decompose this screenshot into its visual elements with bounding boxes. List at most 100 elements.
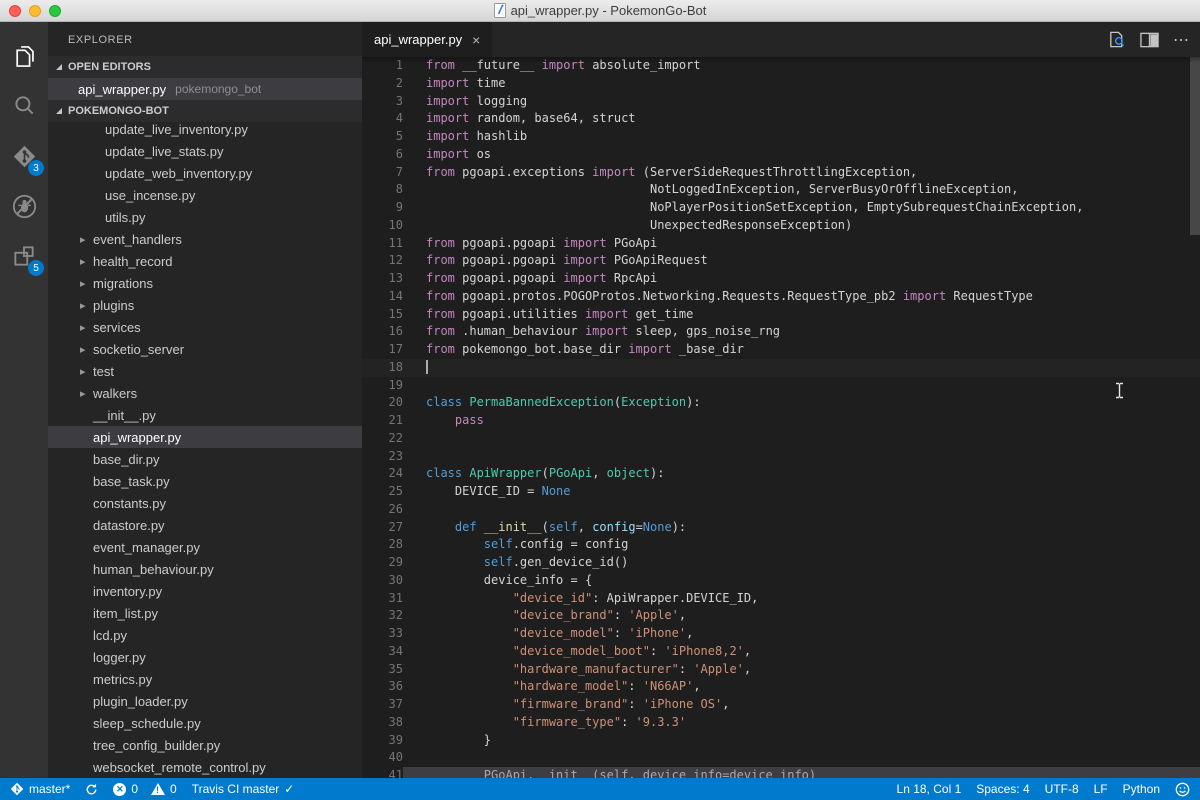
code-line-content: DEVICE_ID = None [403, 483, 1200, 501]
tree-file-__init__.py[interactable]: __init__.py [48, 404, 362, 426]
tree-item-label: plugin_loader.py [93, 694, 188, 709]
travis-status[interactable]: Travis CI master ✓ [192, 782, 295, 796]
code-line-9: 9 NoPlayerPositionSetException, EmptySub… [362, 199, 1200, 217]
indentation[interactable]: Spaces: 4 [976, 782, 1029, 796]
chevron-right-icon: ▸ [80, 255, 90, 268]
tree-item-label: socketio_server [93, 342, 184, 357]
line-number: 11 [362, 235, 403, 253]
tree-file-api_wrapper.py[interactable]: api_wrapper.py [48, 426, 362, 448]
code-line-2: 2import time [362, 75, 1200, 93]
tree-file-update_live_inventory.py[interactable]: update_live_inventory.py [48, 118, 362, 140]
split-editor-icon[interactable] [1140, 32, 1159, 48]
code-line-14: 14from pgoapi.protos.POGOProtos.Networki… [362, 288, 1200, 306]
code-line-7: 7from pgoapi.exceptions import (ServerSi… [362, 164, 1200, 182]
tree-file-metrics.py[interactable]: metrics.py [48, 668, 362, 690]
tree-item-label: inventory.py [93, 584, 162, 599]
problems-indicator[interactable]: ✕ 0 0 [113, 782, 176, 796]
tree-file-datastore.py[interactable]: datastore.py [48, 514, 362, 536]
tree-file-logger.py[interactable]: logger.py [48, 646, 362, 668]
code-line-content: device_info = { [403, 572, 1200, 590]
line-number: 30 [362, 572, 403, 590]
open-preview-icon[interactable] [1107, 30, 1126, 49]
code-line-21: 21 pass [362, 412, 1200, 430]
code-line-31: 31 "device_id": ApiWrapper.DEVICE_ID, [362, 590, 1200, 608]
code-line-content: from pgoapi.exceptions import (ServerSid… [403, 164, 1200, 182]
feedback-smiley-icon[interactable] [1175, 782, 1190, 797]
chevron-right-icon: ▸ [80, 365, 90, 378]
tree-folder-event_handlers[interactable]: ▸event_handlers [48, 228, 362, 250]
tree-file-utils.py[interactable]: utils.py [48, 206, 362, 228]
tree-file-sleep_schedule.py[interactable]: sleep_schedule.py [48, 712, 362, 734]
code-line-content [403, 749, 1200, 767]
status-bar: master* ✕ 0 0 Travis CI master ✓ Ln 18, … [0, 778, 1200, 800]
line-number: 26 [362, 501, 403, 519]
code-line-content: def __init__(self, config=None): [403, 519, 1200, 537]
tree-folder-services[interactable]: ▸services [48, 316, 362, 338]
code-line-17: 17from pokemongo_bot.base_dir import _ba… [362, 341, 1200, 359]
tree-folder-walkers[interactable]: ▸walkers [48, 382, 362, 404]
close-tab-icon[interactable]: × [472, 32, 480, 48]
tree-file-item_list.py[interactable]: item_list.py [48, 602, 362, 624]
tree-folder-socketio_server[interactable]: ▸socketio_server [48, 338, 362, 360]
cursor-position[interactable]: Ln 18, Col 1 [897, 782, 962, 796]
tree-folder-health_record[interactable]: ▸health_record [48, 250, 362, 272]
tree-file-tree_config_builder.py[interactable]: tree_config_builder.py [48, 734, 362, 756]
text-cursor [426, 360, 428, 374]
tree-file-websocket_remote_control.py[interactable]: websocket_remote_control.py [48, 756, 362, 778]
source-control-icon[interactable]: 3 [0, 131, 48, 181]
tree-folder-test[interactable]: ▸test [48, 360, 362, 382]
code-line-13: 13from pgoapi.pgoapi import RpcApi [362, 270, 1200, 288]
code-line-content [403, 359, 1200, 377]
eol[interactable]: LF [1094, 782, 1108, 796]
extensions-icon[interactable]: 5 [0, 231, 48, 281]
tree-item-label: logger.py [93, 650, 146, 665]
search-icon[interactable] [0, 81, 48, 131]
tree-file-event_manager.py[interactable]: event_manager.py [48, 536, 362, 558]
git-branch-indicator[interactable]: master* [10, 782, 70, 796]
tree-file-base_task.py[interactable]: base_task.py [48, 470, 362, 492]
tree-folder-migrations[interactable]: ▸migrations [48, 272, 362, 294]
open-editors-header[interactable]: OPEN EDITORS [48, 56, 362, 78]
explorer-icon[interactable] [0, 31, 48, 81]
code-line-content: from pgoapi.utilities import get_time [403, 306, 1200, 324]
tree-file-use_incense.py[interactable]: use_incense.py [48, 184, 362, 206]
tree-file-update_live_stats.py[interactable]: update_live_stats.py [48, 140, 362, 162]
code-line-content: NoPlayerPositionSetException, EmptySubre… [403, 199, 1200, 217]
code-line-content: from __future__ import absolute_import [403, 57, 1200, 75]
tab-api-wrapper[interactable]: api_wrapper.py × [362, 22, 492, 57]
open-editor-item[interactable]: api_wrapper.py pokemongo_bot [48, 78, 362, 100]
line-number: 34 [362, 643, 403, 661]
tree-file-plugin_loader.py[interactable]: plugin_loader.py [48, 690, 362, 712]
code-area[interactable]: 1from __future__ import absolute_import2… [362, 57, 1200, 778]
tab-bar: api_wrapper.py × ⋯ [362, 22, 1200, 57]
encoding[interactable]: UTF-8 [1045, 782, 1079, 796]
line-number: 3 [362, 93, 403, 111]
tree-folder-plugins[interactable]: ▸plugins [48, 294, 362, 316]
code-line-content: from pgoapi.protos.POGOProtos.Networking… [403, 288, 1200, 306]
code-line-content: from pgoapi.pgoapi import PGoApiRequest [403, 252, 1200, 270]
more-actions-icon[interactable]: ⋯ [1173, 30, 1190, 50]
tree-file-constants.py[interactable]: constants.py [48, 492, 362, 514]
code-line-3: 3import logging [362, 93, 1200, 111]
tree-file-lcd.py[interactable]: lcd.py [48, 624, 362, 646]
debug-icon[interactable] [0, 181, 48, 231]
code-line-content: from pokemongo_bot.base_dir import _base… [403, 341, 1200, 359]
title-bar: api_wrapper.py - PokemonGo-Bot [0, 0, 1200, 22]
tree-item-label: datastore.py [93, 518, 165, 533]
tree-file-base_dir.py[interactable]: base_dir.py [48, 448, 362, 470]
code-line-18: 18 [362, 359, 1200, 377]
tree-file-human_behaviour.py[interactable]: human_behaviour.py [48, 558, 362, 580]
tree-item-label: use_incense.py [105, 188, 195, 203]
tree-file-update_web_inventory.py[interactable]: update_web_inventory.py [48, 162, 362, 184]
editor-scrollbar[interactable] [1190, 57, 1200, 235]
code-line-35: 35 "hardware_manufacturer": 'Apple', [362, 661, 1200, 679]
code-line-content: "device_model_boot": 'iPhone8,2', [403, 643, 1200, 661]
language-mode[interactable]: Python [1123, 782, 1160, 796]
tree-file-inventory.py[interactable]: inventory.py [48, 580, 362, 602]
code-line-28: 28 self.config = config [362, 536, 1200, 554]
code-line-30: 30 device_info = { [362, 572, 1200, 590]
code-line-content: from pgoapi.pgoapi import PGoApi [403, 235, 1200, 253]
sync-icon[interactable] [85, 783, 98, 796]
code-line-39: 39 } [362, 732, 1200, 750]
source-control-badge: 3 [28, 160, 44, 176]
